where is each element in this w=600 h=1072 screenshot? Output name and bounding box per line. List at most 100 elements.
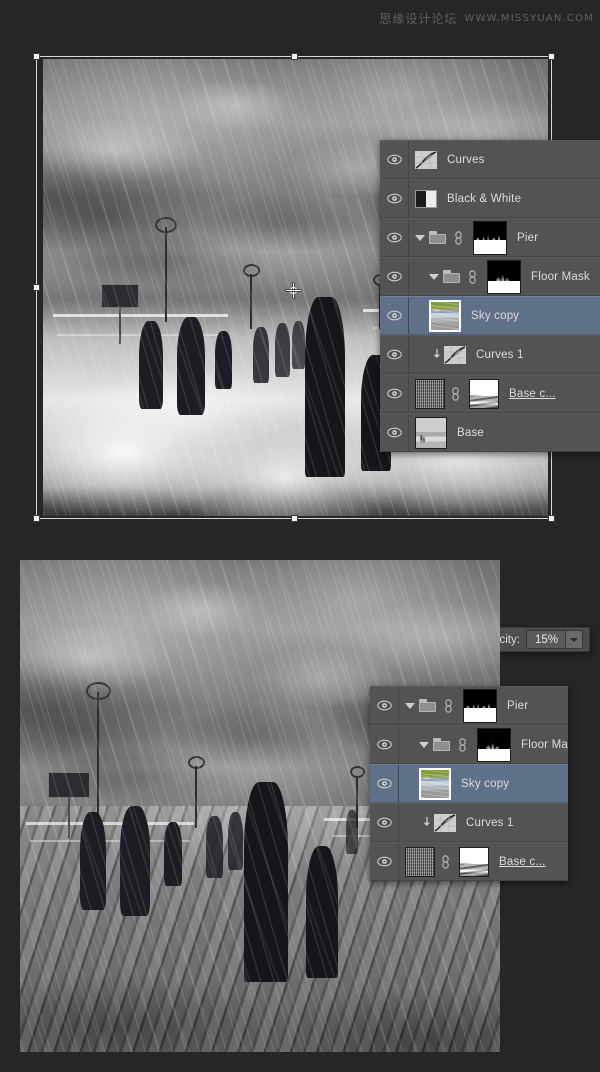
transform-handle-ml[interactable] xyxy=(33,284,40,291)
transform-handle-bl[interactable] xyxy=(33,515,40,522)
layer-row-body: Base xyxy=(409,414,600,451)
link-icon[interactable] xyxy=(449,386,465,401)
figure-walker-1-bottom xyxy=(80,812,106,910)
figure-walker-3-bottom xyxy=(164,822,182,886)
layer-visibility-toggle[interactable] xyxy=(370,765,399,802)
layer-name[interactable]: Pier xyxy=(507,700,528,712)
layer-name[interactable]: Base c... xyxy=(499,856,546,868)
group-expand-caret-icon[interactable] xyxy=(405,702,415,709)
transform-handle-tc[interactable] xyxy=(291,53,298,60)
layer-mask-thumbnail[interactable] xyxy=(473,220,507,255)
layer-row[interactable]: Pier xyxy=(370,686,568,725)
layer-name[interactable]: Pier xyxy=(517,232,538,244)
layer-row-body: Base c... xyxy=(399,843,568,880)
layer-mask-thumbnail[interactable] xyxy=(469,378,499,409)
layer-name[interactable]: Base c... xyxy=(509,388,556,400)
link-icon[interactable] xyxy=(466,269,482,284)
layer-name[interactable]: Curves 1 xyxy=(476,349,524,361)
layer-row-body: Base c... xyxy=(409,375,600,412)
link-icon[interactable] xyxy=(439,854,455,869)
figure-child-bottom xyxy=(306,846,338,978)
layer-row-body: Curves 1 xyxy=(399,804,568,841)
curves-adjustment-icon[interactable] xyxy=(444,345,466,364)
layer-row-body: Floor Mask xyxy=(399,726,568,763)
layer-row-body: Sky copy xyxy=(409,297,600,334)
layer-thumbnail[interactable] xyxy=(419,767,451,800)
watermark-cn: 思缘设计论坛 xyxy=(379,12,458,26)
transform-handle-bc[interactable] xyxy=(291,515,298,522)
layer-name[interactable]: Sky copy xyxy=(461,778,509,790)
layer-mask-thumbnail[interactable] xyxy=(487,259,521,294)
lamp-post-2 xyxy=(243,264,260,329)
layer-mask-thumbnail[interactable] xyxy=(463,688,497,723)
lamp-post-1 xyxy=(155,217,177,322)
layer-row-body: Curves 1 xyxy=(409,336,600,373)
opacity-dropdown-arrow-icon[interactable] xyxy=(565,630,583,649)
layer-visibility-toggle[interactable] xyxy=(380,180,409,217)
curves-adjustment-icon[interactable] xyxy=(434,813,456,832)
layers-panel-top[interactable]: Curves Black & White Pier Floor Mask Sky cop… xyxy=(380,140,600,452)
layer-row[interactable]: Base xyxy=(380,413,600,452)
layer-row-body: Floor Mask xyxy=(409,258,600,295)
layer-visibility-toggle[interactable] xyxy=(370,804,399,841)
group-expand-caret-icon[interactable] xyxy=(429,273,439,280)
transform-handle-br[interactable] xyxy=(548,515,555,522)
figure-walker-2-bottom xyxy=(120,806,150,916)
layer-name[interactable]: Curves 1 xyxy=(466,817,514,829)
layer-mask-thumbnail[interactable] xyxy=(459,846,489,877)
watermark-en: WWW.MISSYUAN.COM xyxy=(464,13,594,24)
black-and-white-adjustment-icon[interactable] xyxy=(415,189,437,208)
layer-visibility-toggle[interactable] xyxy=(370,843,399,880)
layer-visibility-toggle[interactable] xyxy=(380,375,409,412)
layer-row[interactable]: Curves 1 xyxy=(370,803,568,842)
layer-visibility-toggle[interactable] xyxy=(380,336,409,373)
figure-adult-main-bottom xyxy=(244,782,288,982)
layer-thumbnail[interactable] xyxy=(405,846,435,877)
layer-row[interactable]: Curves 1 xyxy=(380,335,600,374)
layer-name[interactable]: Base xyxy=(457,427,484,439)
layer-name[interactable]: Black & White xyxy=(447,193,521,205)
layer-name[interactable]: Sky copy xyxy=(471,310,519,322)
layer-row-body: Black & White xyxy=(409,180,600,217)
layer-visibility-toggle[interactable] xyxy=(380,141,409,178)
layer-visibility-toggle[interactable] xyxy=(370,687,399,724)
opacity-value[interactable]: 15% xyxy=(525,630,566,649)
layer-row[interactable]: Base c... xyxy=(380,374,600,413)
layer-name[interactable]: Curves xyxy=(447,154,485,166)
clipping-mask-arrow-icon xyxy=(429,348,442,361)
link-icon[interactable] xyxy=(442,698,458,713)
watermark: 思缘设计论坛 WWW.MISSYUAN.COM xyxy=(379,10,594,27)
layer-visibility-toggle[interactable] xyxy=(380,414,409,451)
layer-name[interactable]: Floor Mask xyxy=(531,271,590,283)
layer-visibility-toggle[interactable] xyxy=(380,258,409,295)
layer-visibility-toggle[interactable] xyxy=(370,726,399,763)
layer-row[interactable]: Sky copy xyxy=(380,296,600,335)
layer-mask-thumbnail[interactable] xyxy=(477,727,511,762)
folder-icon xyxy=(433,738,450,751)
figure-walker-6-bottom xyxy=(346,810,358,854)
layer-row[interactable]: Base c... xyxy=(370,842,568,881)
layer-row[interactable]: Curves xyxy=(380,140,600,179)
layer-row[interactable]: Floor Mask xyxy=(380,257,600,296)
layer-thumbnail[interactable] xyxy=(429,299,461,332)
transform-handle-tl[interactable] xyxy=(33,53,40,60)
layer-thumbnail[interactable] xyxy=(415,378,445,409)
layer-visibility-toggle[interactable] xyxy=(380,297,409,334)
layer-visibility-toggle[interactable] xyxy=(380,219,409,256)
railing-left xyxy=(53,314,228,317)
layer-row[interactable]: Sky copy xyxy=(370,764,568,803)
link-icon[interactable] xyxy=(452,230,468,245)
group-expand-caret-icon[interactable] xyxy=(415,234,425,241)
folder-icon xyxy=(419,699,436,712)
curves-adjustment-icon[interactable] xyxy=(415,150,437,169)
layers-panel-bottom[interactable]: Pier Floor Mask Sky copy Curves 1 Base c... xyxy=(370,686,568,881)
figure-walker-4-bottom xyxy=(206,816,223,878)
layer-thumbnail[interactable] xyxy=(415,416,447,449)
layer-name[interactable]: Floor Mask xyxy=(521,739,568,751)
transform-handle-tr[interactable] xyxy=(548,53,555,60)
layer-row[interactable]: Pier xyxy=(380,218,600,257)
layer-row[interactable]: Black & White xyxy=(380,179,600,218)
link-icon[interactable] xyxy=(456,737,472,752)
layer-row[interactable]: Floor Mask xyxy=(370,725,568,764)
group-expand-caret-icon[interactable] xyxy=(419,741,429,748)
